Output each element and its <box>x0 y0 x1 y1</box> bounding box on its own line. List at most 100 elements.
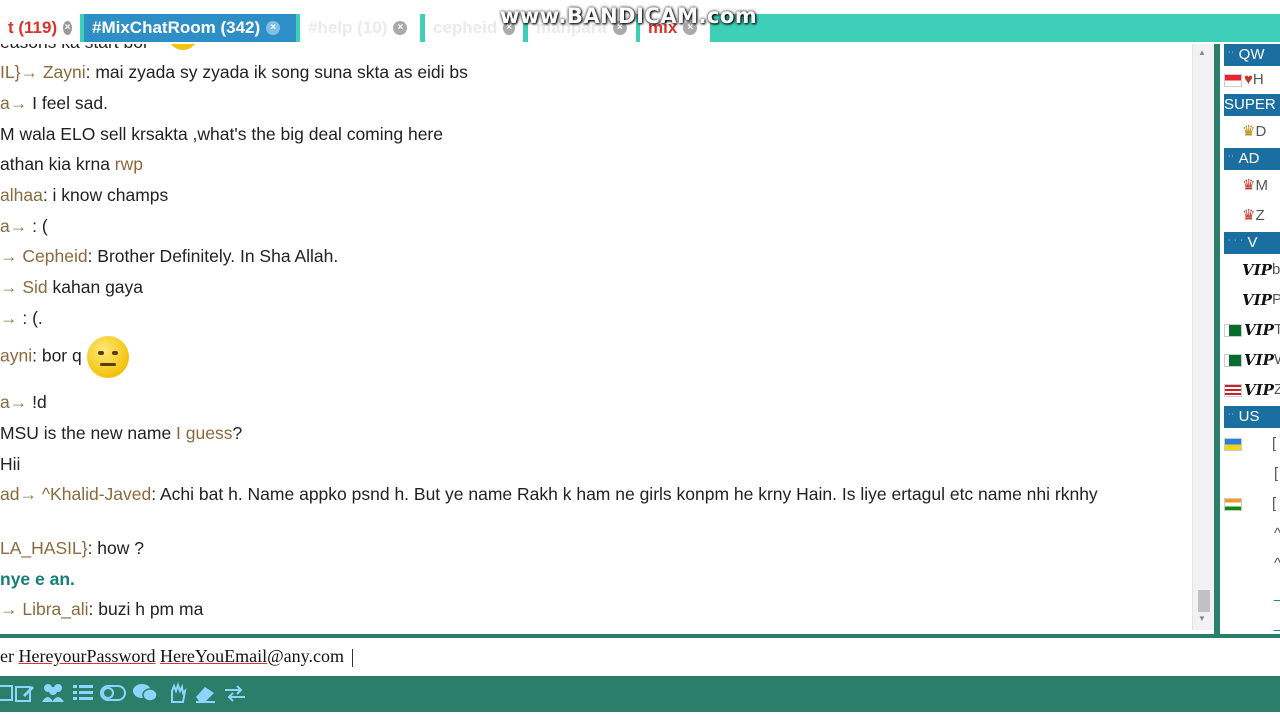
message-text: : how ? <box>87 538 144 558</box>
confused-emoji-icon <box>86 336 129 378</box>
chat-message: → Cepheid: Brother Definitely. In Sha Al… <box>0 246 338 267</box>
chat-message: Hii <box>0 454 20 475</box>
user-row[interactable]: VIPT <box>1224 316 1280 344</box>
message-nick[interactable]: IL} <box>0 62 20 82</box>
message-text: athan kia krna <box>0 154 115 174</box>
chat-log: easons ka start bor IL}→ Zayni: mai zyad… <box>0 44 1192 630</box>
message-text: M wala ELO sell krsakta ,what's the big … <box>0 124 443 144</box>
message-nick[interactable]: LA_HASIL} <box>0 538 88 558</box>
scroll-thumb[interactable] <box>1198 590 1210 612</box>
user-row[interactable]: VIPZ <box>1224 376 1280 404</box>
message-nick[interactable]: a <box>0 392 10 412</box>
input-value[interactable]: er HereyourPassword HereYouEmail@any.com <box>0 646 353 667</box>
message-nick[interactable]: alhaa <box>0 185 43 205</box>
section-header[interactable]: ˙ ˙ ˙ V <box>1224 232 1280 254</box>
user-row[interactable]: ^ <box>1224 520 1280 548</box>
message-nick[interactable]: a <box>0 93 10 113</box>
message-arrow: → <box>0 246 23 266</box>
toggle-icon[interactable] <box>100 681 126 705</box>
message-recipient[interactable]: Libra_ali <box>22 599 88 619</box>
user-row[interactable]: ^ <box>1224 550 1280 578</box>
chat-bubbles-icon[interactable] <box>132 681 158 705</box>
section-header[interactable]: ˙˙ US <box>1224 406 1280 428</box>
message-text: MSU is the new name <box>0 423 177 443</box>
list-icon[interactable] <box>70 681 96 705</box>
message-recipient[interactable]: ^Khalid-Javed <box>42 484 151 504</box>
message-text: nye e an. <box>0 569 75 589</box>
users-icon[interactable] <box>40 681 66 705</box>
scroll-up-icon[interactable]: ▲ <box>1198 48 1206 57</box>
user-row[interactable]: [ <box>1224 430 1280 458</box>
chat-message: athan kia krna rwp <box>0 154 143 175</box>
section-header[interactable]: ˙˙ AD <box>1224 148 1280 170</box>
chat-message: a→ !d <box>0 392 47 413</box>
user-row[interactable]: ♛M <box>1224 172 1280 200</box>
user-row[interactable]: _ <box>1224 610 1280 634</box>
user-row[interactable]: ♛D <box>1224 118 1280 146</box>
emoji-icon <box>168 44 198 50</box>
chat-message: LA_HASIL}: how ? <box>0 538 144 559</box>
message-link[interactable]: rwp <box>115 154 143 174</box>
vip-icon: VIP <box>1244 381 1274 400</box>
close-icon[interactable]: × <box>393 21 408 35</box>
message-nick[interactable]: ayni <box>0 346 32 366</box>
message-arrow: → <box>9 93 33 113</box>
vip-icon: VIP <box>1242 261 1272 280</box>
eraser-icon[interactable] <box>192 681 218 705</box>
message-text: : ( <box>32 216 48 236</box>
message-text: kahan gaya <box>47 277 144 297</box>
message-arrow: → <box>0 599 23 619</box>
message-recipient[interactable]: Sid <box>22 277 47 297</box>
user-row[interactable]: VIPW <box>1224 346 1280 374</box>
user-row[interactable]: VIPP <box>1224 286 1280 314</box>
scroll-down-icon[interactable]: ▼ <box>1198 614 1206 623</box>
message-text: : bor q <box>32 345 87 366</box>
chat-message: ayni: bor q <box>0 336 129 378</box>
crown-icon: ♛ <box>1242 123 1256 141</box>
user-row[interactable]: [ <box>1224 490 1280 518</box>
message-text: : i know champs <box>42 185 169 205</box>
user-row[interactable]: VIPb <box>1224 256 1280 284</box>
flag-icon <box>1224 323 1242 337</box>
chat-message: a→ I feel sad. <box>0 93 108 114</box>
text-caret <box>352 648 353 667</box>
chat-message: ad→ ^Khalid-Javed: Achi bat h. Name appk… <box>0 484 1098 505</box>
message-link[interactable]: I guess <box>176 423 232 443</box>
tab-help[interactable]: #help (10) × <box>300 14 420 42</box>
message-arrow: → <box>19 484 42 504</box>
user-row[interactable]: ♛Z <box>1224 202 1280 230</box>
message-text: I feel sad. <box>32 93 108 113</box>
flag-icon <box>1224 73 1242 87</box>
user-row[interactable]: _ <box>1224 580 1280 608</box>
message-nick[interactable]: ad <box>0 484 19 504</box>
message-recipient[interactable]: Zayni <box>43 62 86 82</box>
message-arrow: → <box>20 62 43 82</box>
section-header[interactable]: SUPER <box>1224 94 1280 116</box>
close-icon[interactable]: × <box>63 21 72 35</box>
vip-icon: VIP <box>1244 321 1274 340</box>
swap-arrows-icon[interactable] <box>222 681 248 705</box>
chat-scrollbar[interactable]: ▲ ▼ <box>1192 44 1214 630</box>
flag-icon <box>1224 437 1242 451</box>
pencil-icon[interactable] <box>12 681 38 705</box>
tab-mixchatroom[interactable]: #MixChatRoom (342) × <box>84 14 296 42</box>
message-recipient[interactable]: Cepheid <box>22 246 87 266</box>
stars-icon: ˙ ˙ ˙ <box>1228 239 1244 250</box>
vip-icon: VIP <box>1242 291 1272 310</box>
bandicam-watermark: www.BANDICAM.com <box>500 4 758 28</box>
hand-icon[interactable] <box>164 681 190 705</box>
message-input[interactable]: er HereyourPassword HereYouEmail@any.com <box>0 634 1280 676</box>
flag-icon <box>1224 383 1242 397</box>
message-arrow: → <box>0 308 23 328</box>
tab-main[interactable]: t (119) × <box>0 14 80 42</box>
user-row[interactable]: [ <box>1224 460 1280 488</box>
section-header[interactable]: ˙˙ QW <box>1224 44 1280 66</box>
user-row[interactable]: ♥H <box>1224 66 1280 94</box>
chat-message: MSU is the new name I guess? <box>0 423 242 444</box>
message-text: : (. <box>22 308 43 328</box>
chat-message: → : (. <box>0 308 43 329</box>
close-icon[interactable]: × <box>266 21 281 35</box>
message-nick[interactable]: a <box>0 216 10 236</box>
heart-icon: ♥ <box>1244 71 1253 89</box>
system-message: nye e an. <box>0 569 75 590</box>
